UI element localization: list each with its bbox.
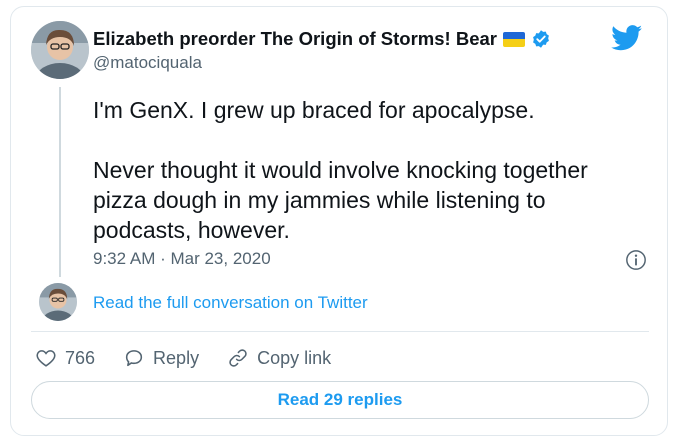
author-display-name[interactable]: Elizabeth preorder The Origin of Storms!…: [93, 28, 497, 50]
reply-avatar[interactable]: [39, 283, 77, 321]
author-avatar[interactable]: [31, 21, 89, 79]
tweet-paragraph: I'm GenX. I grew up braced for apocalyps…: [93, 97, 535, 123]
tweet-actions: 766 Reply Copy link: [35, 345, 359, 371]
copy-link-button[interactable]: Copy link: [227, 347, 331, 369]
author-handle[interactable]: @matociquala: [93, 53, 202, 73]
thread-connector-line: [59, 87, 61, 277]
divider: [31, 331, 649, 332]
tweet-body: I'm GenX. I grew up braced for apocalyps…: [93, 95, 633, 245]
reply-label: Reply: [153, 347, 200, 368]
tweet-timestamp[interactable]: 9:32 AM · Mar 23, 2020: [93, 249, 271, 269]
heart-icon: [36, 350, 56, 367]
like-button[interactable]: 766: [35, 347, 95, 369]
ukraine-flag-icon: [502, 31, 525, 47]
reply-button[interactable]: Reply: [123, 347, 199, 369]
read-replies-button[interactable]: Read 29 replies: [31, 381, 649, 419]
link-icon: [229, 349, 247, 367]
twitter-bird-icon[interactable]: [611, 25, 643, 51]
info-icon[interactable]: [625, 249, 647, 271]
read-full-conversation-link[interactable]: Read the full conversation on Twitter: [93, 293, 368, 313]
tweet-card: Elizabeth preorder The Origin of Storms!…: [10, 6, 668, 436]
tweet-paragraph: Never thought it would involve knocking …: [93, 157, 588, 243]
reply-bubble-icon: [125, 350, 143, 367]
author-name-row[interactable]: Elizabeth preorder The Origin of Storms!…: [93, 27, 551, 51]
copy-link-label: Copy link: [257, 347, 332, 368]
verified-badge-icon: [531, 29, 551, 49]
like-count: 766: [65, 347, 96, 368]
